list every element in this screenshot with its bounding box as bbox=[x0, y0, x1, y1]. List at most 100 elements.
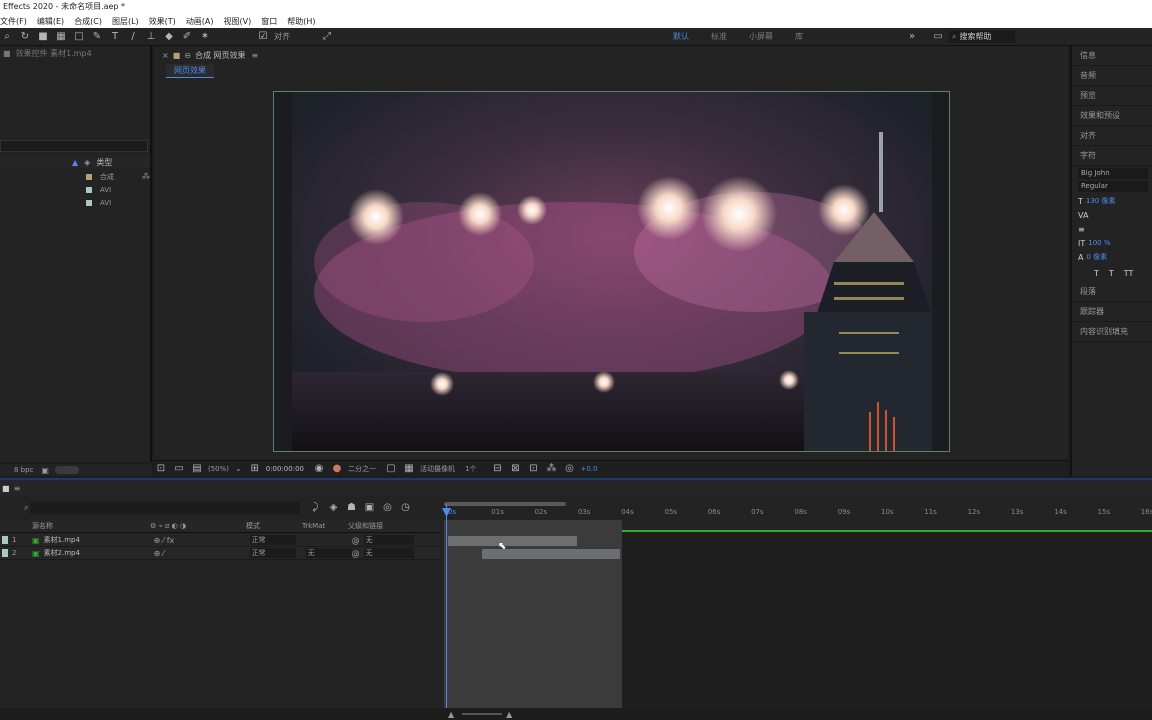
panel-paragraph[interactable]: 段落 bbox=[1072, 282, 1152, 302]
sort-arrow-icon[interactable]: ▲ bbox=[72, 158, 78, 167]
pan-behind-tool-icon[interactable]: ▦ bbox=[54, 30, 68, 44]
timeline-search-input[interactable] bbox=[30, 502, 301, 514]
menu-edit[interactable]: 编辑(E) bbox=[37, 16, 64, 27]
label-color-swatch[interactable] bbox=[2, 549, 8, 557]
panel-align[interactable]: 对齐 bbox=[1072, 126, 1152, 146]
workspace-default[interactable]: 默认 bbox=[673, 31, 689, 42]
workspace-standard[interactable]: 标准 bbox=[711, 31, 727, 42]
faux-bold-button[interactable]: T bbox=[1094, 269, 1099, 278]
source-name-header[interactable]: 源名称 bbox=[32, 521, 150, 531]
menu-view[interactable]: 视图(V) bbox=[224, 16, 252, 27]
comp-subtab[interactable]: 网页效果 bbox=[166, 64, 214, 78]
layer-switches[interactable]: ⊕ ⁄ bbox=[154, 549, 250, 558]
eraser-tool-icon[interactable]: ◆ bbox=[162, 30, 176, 44]
project-search-input[interactable] bbox=[0, 140, 148, 152]
trash-icon[interactable]: ▣ bbox=[41, 466, 49, 475]
layer-parent-dropdown[interactable]: 无 bbox=[363, 535, 414, 545]
menu-file[interactable]: 文件(F) bbox=[0, 16, 27, 27]
camera-tool-icon[interactable]: ■ bbox=[36, 30, 50, 44]
snap-options-icon[interactable]: ⤢ bbox=[320, 30, 334, 44]
time-navigator[interactable] bbox=[444, 502, 566, 506]
layer-row[interactable]: 1 ▣ 素材1.mp4 ⊕ ⁄ fx 正常 @ 无 bbox=[0, 534, 440, 547]
layer-bar-1[interactable] bbox=[448, 536, 577, 546]
grid-icon[interactable]: ▤ bbox=[190, 462, 204, 476]
font-size-value[interactable]: 130 像素 bbox=[1086, 196, 1116, 206]
panel-content-aware-fill[interactable]: 内容识别填充 bbox=[1072, 322, 1152, 342]
always-preview-icon[interactable]: ⊡ bbox=[154, 462, 168, 476]
pick-whip-icon[interactable]: @ bbox=[352, 536, 360, 545]
search-icon[interactable]: ⌕ bbox=[0, 30, 14, 44]
panel-info[interactable]: 信息 bbox=[1072, 46, 1152, 66]
font-style-dropdown[interactable]: Regular bbox=[1078, 181, 1148, 192]
panel-menu-icon[interactable]: ≡ bbox=[252, 51, 259, 60]
camera-dropdown[interactable]: 活动摄像机 bbox=[420, 464, 455, 474]
zoom-slider[interactable] bbox=[462, 713, 503, 715]
clone-stamp-icon[interactable]: ⊥ bbox=[144, 30, 158, 44]
layer-switches[interactable]: ⊕ ⁄ fx bbox=[154, 536, 250, 545]
puppet-pin-icon[interactable]: ✶ bbox=[198, 30, 212, 44]
current-time-indicator[interactable] bbox=[446, 504, 447, 708]
panel-menu-icon[interactable]: ■ bbox=[3, 49, 11, 58]
rectangle-tool-icon[interactable]: □ bbox=[72, 30, 86, 44]
region-of-interest-icon[interactable]: ▢ bbox=[384, 462, 398, 476]
workspace-small-screen[interactable]: 小屏幕 bbox=[749, 31, 773, 42]
pick-whip-icon[interactable]: @ bbox=[352, 549, 360, 558]
vertical-scale-value[interactable]: 100 % bbox=[1088, 239, 1110, 247]
lock-icon[interactable]: ■ bbox=[173, 51, 181, 60]
project-item[interactable]: AVI bbox=[0, 183, 150, 196]
help-search[interactable]: ⌕ 搜索帮助 bbox=[949, 30, 1015, 43]
comp-tab[interactable]: × ■ ⊖ 合成 网页效果 ≡ bbox=[154, 46, 1068, 64]
layer-name[interactable]: 素材1.mp4 bbox=[44, 535, 154, 545]
snapshot-camera-icon[interactable]: ◉ bbox=[312, 462, 326, 476]
timeline-link-icon[interactable]: ⊡ bbox=[526, 462, 540, 476]
color-channel-icon[interactable]: ● bbox=[330, 462, 344, 476]
comp-mini-flowchart-icon[interactable]: ⤸ bbox=[308, 501, 322, 515]
menu-window[interactable]: 窗口 bbox=[261, 16, 277, 27]
snap-checkbox[interactable]: ☑ bbox=[256, 30, 270, 44]
timecode-display[interactable]: 0:00:00:00 bbox=[266, 465, 304, 473]
chevron-down-icon[interactable]: ⌄ bbox=[235, 464, 242, 473]
panel-menu-icon[interactable]: ≡ bbox=[14, 484, 21, 493]
zoom-out-icon[interactable]: ▲ bbox=[448, 710, 454, 719]
pen-tool-icon[interactable]: ✎ bbox=[90, 30, 104, 44]
menu-animation[interactable]: 动画(A) bbox=[186, 16, 214, 27]
effects-controls-tab[interactable]: ■ 效果控件 素材1.mp4 bbox=[0, 46, 150, 60]
comp-viewer[interactable] bbox=[273, 91, 950, 452]
graph-editor-icon[interactable]: ◷ bbox=[398, 501, 412, 515]
brush-tool-icon[interactable]: / bbox=[126, 30, 140, 44]
exposure-value[interactable]: +0.0 bbox=[580, 465, 597, 473]
panel-toggle-icon[interactable]: ▭ bbox=[931, 30, 945, 44]
panel-character[interactable]: 字符 bbox=[1072, 146, 1152, 166]
panel-effects-presets[interactable]: 效果和预设 bbox=[1072, 106, 1152, 126]
close-icon[interactable]: × bbox=[162, 51, 169, 60]
layer-mode-dropdown[interactable]: 正常 bbox=[249, 535, 296, 545]
roto-brush-icon[interactable]: ✐ bbox=[180, 30, 194, 44]
menu-layer[interactable]: 图层(L) bbox=[112, 16, 139, 27]
rotate-tool-icon[interactable]: ↻ bbox=[18, 30, 32, 44]
motion-blur-icon[interactable]: ◎ bbox=[380, 501, 394, 515]
views-dropdown[interactable]: 1个 bbox=[465, 464, 476, 474]
mode-header[interactable]: 模式 bbox=[246, 521, 292, 531]
toggle-pixel-aspect-icon[interactable]: ⊟ bbox=[490, 462, 504, 476]
zoom-in-icon[interactable]: ▲ bbox=[506, 710, 512, 719]
panel-tracker[interactable]: 跟踪器 bbox=[1072, 302, 1152, 322]
menu-help[interactable]: 帮助(H) bbox=[287, 16, 315, 27]
shy-layers-icon[interactable]: ☗ bbox=[344, 501, 358, 515]
project-item[interactable]: AVI bbox=[0, 196, 150, 209]
zoom-dropdown[interactable]: (50%) bbox=[208, 465, 229, 473]
frame-blending-icon[interactable]: ▣ bbox=[362, 501, 376, 515]
comp-lock-icon[interactable]: ⊖ bbox=[184, 51, 191, 60]
flowchart-icon[interactable]: ⁂ bbox=[142, 172, 150, 181]
timeline-tab[interactable]: ■ bbox=[2, 484, 10, 493]
resolution-dropdown[interactable]: 二分之一 bbox=[348, 464, 376, 474]
layer-name[interactable]: 素材2.mp4 bbox=[44, 548, 154, 558]
workspace-library[interactable]: 库 bbox=[795, 31, 803, 42]
exposure-reset-icon[interactable]: ◎ bbox=[562, 462, 576, 476]
project-item[interactable]: 合成 ⁂ bbox=[0, 170, 150, 183]
baseline-shift-value[interactable]: 0 像素 bbox=[1086, 252, 1107, 262]
label-color-swatch[interactable] bbox=[2, 536, 8, 544]
fast-preview-icon[interactable]: ⊠ bbox=[508, 462, 522, 476]
parent-header[interactable]: 父级和链接 bbox=[348, 521, 383, 531]
panel-preview[interactable]: 预览 bbox=[1072, 86, 1152, 106]
faux-italic-button[interactable]: T bbox=[1109, 269, 1114, 278]
